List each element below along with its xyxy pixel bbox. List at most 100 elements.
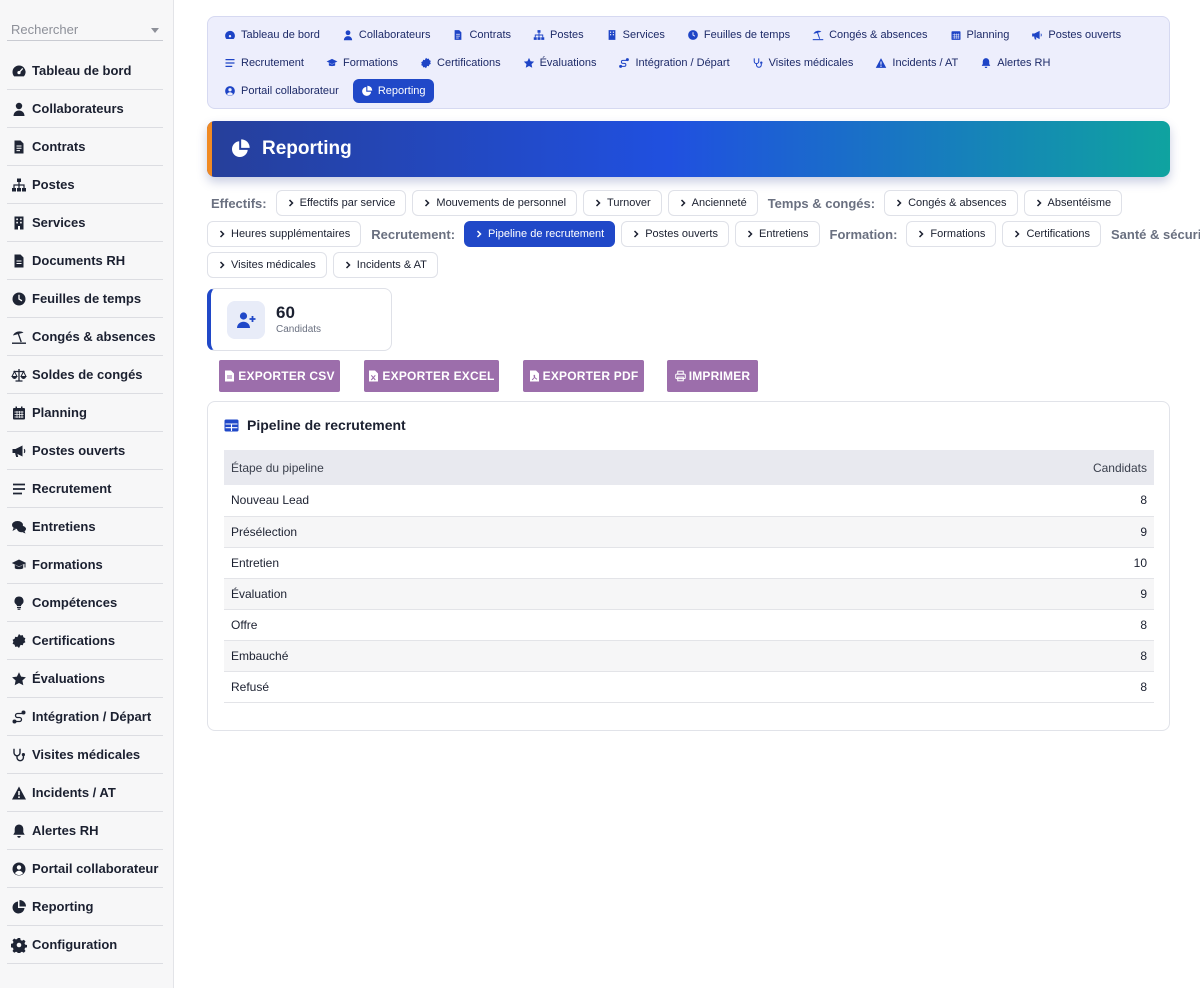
sidebar-item-integration-depart[interactable]: Intégration / Départ <box>7 698 163 736</box>
sidebar-item-services[interactable]: Services <box>7 204 163 242</box>
top-nav-row: Portail collaborateur Reporting <box>216 79 440 103</box>
topnav-item-postes-ouverts[interactable]: Postes ouverts <box>1023 23 1129 47</box>
sidebar-item-postes-ouverts[interactable]: Postes ouverts <box>7 432 163 470</box>
topnav-item-portail-collaborateur[interactable]: Portail collaborateur <box>216 79 347 103</box>
column-header-candidats[interactable]: Candidats <box>791 450 1154 485</box>
file-csv-icon <box>225 370 235 382</box>
topnav-item-recrutement[interactable]: Recrutement <box>216 51 312 75</box>
topnav-item-visites-medicales[interactable]: Visites médicales <box>744 51 862 75</box>
sidebar-item-alertes-rh[interactable]: Alertes RH <box>7 812 163 850</box>
report-tab-formations[interactable]: Formations <box>906 221 997 247</box>
sidebar-item-postes[interactable]: Postes <box>7 166 163 204</box>
report-tab-label: Certifications <box>1026 228 1091 240</box>
clock-icon <box>687 30 698 40</box>
report-tab-turnover[interactable]: Turnover <box>583 190 662 216</box>
topnav-item-postes[interactable]: Postes <box>525 23 592 47</box>
sidebar-item-portail-collaborateur[interactable]: Portail collaborateur <box>7 850 163 888</box>
sidebar-item-recrutement[interactable]: Recrutement <box>7 470 163 508</box>
topnav-item-evaluations[interactable]: Évaluations <box>515 51 605 75</box>
sidebar-item-conges-absences[interactable]: Congés & absences <box>7 318 163 356</box>
export-excel-button[interactable]: EXPORTER EXCEL <box>364 360 499 392</box>
chevron-right-icon <box>596 199 601 207</box>
topnav-item-formations[interactable]: Formations <box>318 51 406 75</box>
report-tab-postes-ouverts[interactable]: Postes ouverts <box>621 221 729 247</box>
sidebar-item-competences[interactable]: Compétences <box>7 584 163 622</box>
list-icon <box>225 58 235 68</box>
cell-stage: Nouveau Lead <box>224 485 792 517</box>
sidebar-item-reporting[interactable]: Reporting <box>7 888 163 926</box>
topnav-item-collaborateurs[interactable]: Collaborateurs <box>334 23 439 47</box>
topnav-item-label: Visites médicales <box>768 57 854 69</box>
export-pdf-button[interactable]: EXPORTER PDF <box>523 360 644 392</box>
topnav-item-planning[interactable]: Planning <box>942 23 1018 47</box>
topnav-item-integration-depart[interactable]: Intégration / Départ <box>610 51 737 75</box>
sidebar-item-contrats[interactable]: Contrats <box>7 128 163 166</box>
topnav-item-certifications[interactable]: Certifications <box>412 51 509 75</box>
sidebar-item-collaborateurs[interactable]: Collaborateurs <box>7 90 163 128</box>
report-tab-visites-medicales[interactable]: Visites médicales <box>207 252 327 278</box>
sidebar-item-formations[interactable]: Formations <box>7 546 163 584</box>
topnav-item-tableau-de-bord[interactable]: Tableau de bord <box>216 23 328 47</box>
report-tab-mouvements-de-personnel[interactable]: Mouvements de personnel <box>412 190 578 216</box>
sidebar-item-planning[interactable]: Planning <box>7 394 163 432</box>
sidebar-item-configuration[interactable]: Configuration <box>7 926 163 964</box>
report-tab-label: Absentéisme <box>1047 197 1112 209</box>
sidebar-item-visites-medicales[interactable]: Visites médicales <box>7 736 163 774</box>
report-tab-conges-absences[interactable]: Congés & absences <box>884 190 1018 216</box>
report-tab-entretiens[interactable]: Entretiens <box>734 221 820 247</box>
table-row: Refusé 8 <box>224 671 1154 703</box>
chevron-right-icon <box>747 230 753 238</box>
sidebar-item-tableau-de-bord[interactable]: Tableau de bord <box>7 52 163 90</box>
building-icon <box>608 30 616 40</box>
export-pdf-label: EXPORTER PDF <box>542 369 639 383</box>
report-tab-incidents-at[interactable]: Incidents & AT <box>332 252 438 278</box>
page-title: Reporting <box>262 138 352 159</box>
topnav-item-feuilles-de-temps[interactable]: Feuilles de temps <box>679 23 798 47</box>
report-tab-certifications[interactable]: Certifications <box>1002 221 1102 247</box>
bell-icon <box>981 58 991 69</box>
report-tab-label: Effectifs par service <box>299 197 396 209</box>
sidebar-item-label: Entretiens <box>32 519 96 534</box>
sidebar-item-label: Alertes RH <box>32 823 99 838</box>
report-tab-heures-supplementaires[interactable]: Heures supplémentaires <box>207 221 362 247</box>
print-button[interactable]: IMPRIMER <box>667 360 758 392</box>
report-tabs-row: Visites médicales Incidents & AT <box>207 252 444 278</box>
sidebar-item-certifications[interactable]: Certifications <box>7 622 163 660</box>
topnav-item-alertes-rh[interactable]: Alertes RH <box>972 51 1058 75</box>
topnav-item-conges-absences[interactable]: Congés & absences <box>804 23 935 47</box>
report-tab-effectifs-par-service[interactable]: Effectifs par service <box>275 190 407 216</box>
sidebar-item-documents-rh[interactable]: Documents RH <box>7 242 163 280</box>
warning-icon <box>876 58 887 68</box>
sidebar-item-incidents-at[interactable]: Incidents / AT <box>7 774 163 812</box>
topnav-item-label: Certifications <box>437 57 501 69</box>
report-tab-pipeline-de-recrutement[interactable]: Pipeline de recrutement <box>464 221 616 247</box>
topnav-item-label: Planning <box>966 29 1010 41</box>
chevron-right-icon <box>634 230 639 238</box>
pie-chart-icon <box>361 85 373 96</box>
list-icon <box>13 483 25 494</box>
sidebar-item-label: Reporting <box>32 899 94 914</box>
export-csv-button[interactable]: EXPORTER CSV <box>219 360 340 392</box>
sidebar-item-feuilles-de-temps[interactable]: Feuilles de temps <box>7 280 163 318</box>
search-select[interactable]: Rechercher <box>7 17 163 41</box>
caret-down-icon[interactable] <box>151 28 159 33</box>
report-tab-label: Postes ouverts <box>645 228 718 240</box>
route-icon <box>619 58 630 68</box>
topnav-item-reporting[interactable]: Reporting <box>352 79 434 103</box>
table-row: Offre 8 <box>224 609 1154 641</box>
column-header-etape[interactable]: Étape du pipeline <box>224 450 792 485</box>
sidebar-item-entretiens[interactable]: Entretiens <box>7 508 163 546</box>
cell-stage: Offre <box>224 609 792 641</box>
topnav-item-services[interactable]: Services <box>598 23 673 47</box>
sidebar-item-evaluations[interactable]: Évaluations <box>7 660 163 698</box>
topnav-item-contrats[interactable]: Contrats <box>444 23 519 47</box>
banner-accent-bar <box>207 121 212 177</box>
sidebar: Rechercher Tableau de bord Collaborateur… <box>0 0 174 988</box>
clock-icon <box>12 292 26 305</box>
report-tab-label: Pipeline de recrutement <box>488 228 605 240</box>
topnav-item-incidents-at[interactable]: Incidents / AT <box>867 51 966 75</box>
sidebar-item-soldes-de-conges[interactable]: Soldes de congés <box>7 356 163 394</box>
report-tab-absenteisme[interactable]: Absentéisme <box>1023 190 1123 216</box>
report-tab-anciennete[interactable]: Ancienneté <box>667 190 758 216</box>
table-title: Pipeline de recrutement <box>247 417 406 433</box>
